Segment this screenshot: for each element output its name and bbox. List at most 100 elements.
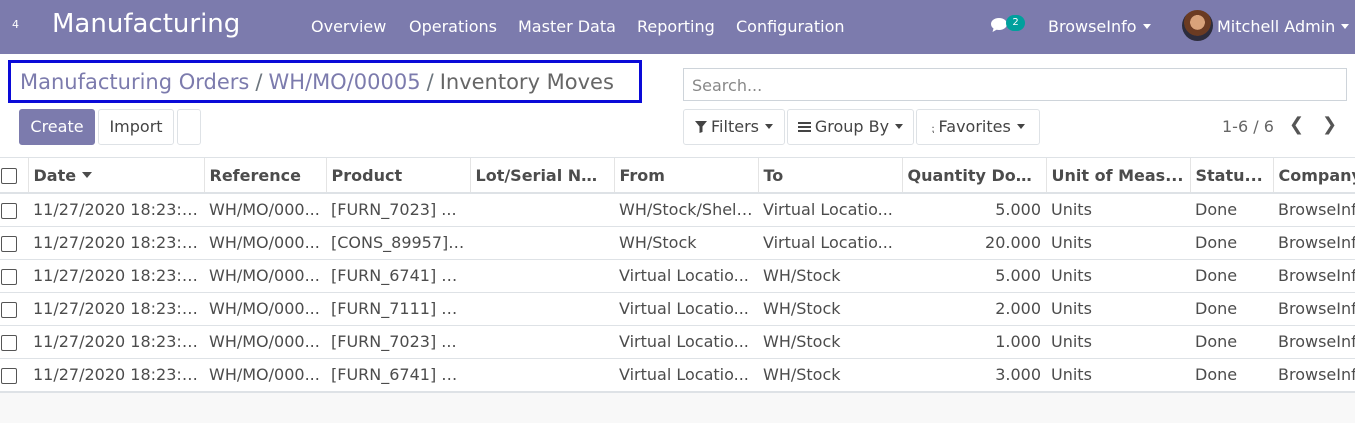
cell-lot-serial[interactable] — [470, 292, 614, 326]
cell-company[interactable]: BrowseInfo — [1273, 193, 1355, 227]
apps-menu-icon[interactable]: 4 — [12, 18, 19, 31]
table-row[interactable]: 11/27/2020 18:23:32 WH/MO/000... [FURN_674… — [0, 259, 1355, 293]
cell-product[interactable]: [FURN_6741] L... — [326, 358, 470, 392]
cell-from[interactable]: WH/Stock/Shelf 2 — [614, 193, 758, 227]
cell-from[interactable]: Virtual Locatio... — [614, 259, 758, 293]
row-checkbox-cell[interactable] — [0, 292, 28, 326]
cell-from[interactable]: Virtual Locatio... — [614, 358, 758, 392]
cell-lot-serial[interactable] — [470, 226, 614, 260]
row-checkbox-cell[interactable] — [0, 358, 28, 392]
row-checkbox[interactable] — [1, 268, 17, 285]
menu-master-data[interactable]: Master Data — [518, 17, 616, 36]
cell-product[interactable]: [FURN_6741] L... — [326, 259, 470, 293]
cell-unit-of-measure[interactable]: Units — [1046, 292, 1190, 326]
menu-operations[interactable]: Operations — [409, 17, 497, 36]
cell-company[interactable]: BrowseInfo — [1273, 325, 1355, 359]
column-header-to[interactable]: To — [758, 158, 903, 194]
table-row[interactable]: 11/27/2020 18:23:32 WH/MO/000... [CONS_899… — [0, 226, 1355, 260]
cell-from[interactable]: WH/Stock — [614, 226, 758, 260]
column-header-status[interactable]: Statu... — [1190, 158, 1274, 194]
cell-unit-of-measure[interactable]: Units — [1046, 358, 1190, 392]
menu-reporting[interactable]: Reporting — [637, 17, 715, 36]
app-title[interactable]: Manufacturing — [52, 9, 240, 39]
column-header-lot-serial[interactable]: Lot/Serial Nu... — [470, 158, 615, 194]
cell-reference[interactable]: WH/MO/000... — [204, 358, 326, 392]
cell-quantity-done[interactable]: 1.000 — [902, 325, 1046, 359]
row-checkbox-cell[interactable] — [0, 325, 28, 359]
cell-to[interactable]: Virtual Locatio... — [758, 226, 902, 260]
search-input[interactable] — [692, 76, 1338, 95]
cell-status[interactable]: Done — [1190, 358, 1273, 392]
cell-reference[interactable]: WH/MO/000... — [204, 226, 326, 260]
cell-quantity-done[interactable]: 2.000 — [902, 292, 1046, 326]
select-all-checkbox[interactable] — [1, 168, 17, 184]
cell-from[interactable]: Virtual Locatio... — [614, 325, 758, 359]
column-header-unit-of-measure[interactable]: Unit of Meas... — [1046, 158, 1191, 194]
cell-product[interactable]: [FURN_7111] Pl... — [326, 292, 470, 326]
cell-quantity-done[interactable]: 20.000 — [902, 226, 1046, 260]
pager-previous-icon[interactable]: ❮ — [1289, 114, 1304, 135]
column-header-product[interactable]: Product — [326, 158, 471, 194]
pager-value[interactable]: 1-6 / 6 — [1222, 117, 1274, 136]
column-header-date[interactable]: Date — [28, 158, 205, 194]
cell-company[interactable]: BrowseInfo — [1273, 259, 1355, 293]
cell-product[interactable]: [FURN_7023] ... — [326, 325, 470, 359]
column-header-reference[interactable]: Reference — [204, 158, 327, 194]
cell-product[interactable]: [FURN_7023] ... — [326, 193, 470, 227]
cell-to[interactable]: WH/Stock — [758, 292, 902, 326]
extra-action-button[interactable] — [177, 109, 201, 145]
cell-status[interactable]: Done — [1190, 325, 1273, 359]
row-checkbox[interactable] — [1, 235, 17, 252]
table-row[interactable]: 11/27/2020 18:23:32 WH/MO/000... [FURN_711… — [0, 292, 1355, 326]
cell-from[interactable]: Virtual Locatio... — [614, 292, 758, 326]
group-by-button[interactable]: Group By — [787, 109, 914, 145]
cell-reference[interactable]: WH/MO/000... — [204, 292, 326, 326]
row-checkbox-cell[interactable] — [0, 259, 28, 293]
cell-date[interactable]: 11/27/2020 18:23:32 — [28, 259, 204, 293]
cell-date[interactable]: 11/27/2020 18:23:32 — [28, 193, 204, 227]
row-checkbox[interactable] — [1, 334, 17, 351]
cell-quantity-done[interactable]: 3.000 — [902, 358, 1046, 392]
cell-status[interactable]: Done — [1190, 292, 1273, 326]
create-button[interactable]: Create — [19, 109, 95, 145]
cell-lot-serial[interactable] — [470, 193, 614, 227]
cell-lot-serial[interactable] — [470, 358, 614, 392]
menu-configuration[interactable]: Configuration — [736, 17, 845, 36]
cell-company[interactable]: BrowseInfo — [1273, 226, 1355, 260]
cell-unit-of-measure[interactable]: Units — [1046, 259, 1190, 293]
menu-overview[interactable]: Overview — [311, 17, 386, 36]
company-switcher[interactable]: BrowseInfo — [1048, 17, 1151, 36]
cell-date[interactable]: 11/27/2020 18:23:32 — [28, 325, 204, 359]
search-box[interactable] — [683, 68, 1347, 101]
row-checkbox[interactable] — [1, 367, 17, 384]
column-header-from[interactable]: From — [614, 158, 759, 194]
cell-company[interactable]: BrowseInfo — [1273, 292, 1355, 326]
table-row[interactable]: 11/27/2020 18:23:32 WH/MO/000... [FURN_702… — [0, 325, 1355, 359]
import-button[interactable]: Import — [98, 109, 174, 145]
select-all-checkbox-cell[interactable] — [0, 158, 29, 194]
row-checkbox[interactable] — [1, 202, 17, 219]
cell-date[interactable]: 11/27/2020 18:23:32 — [28, 226, 204, 260]
row-checkbox-cell[interactable] — [0, 226, 28, 260]
table-row[interactable]: 11/27/2020 18:23:32 WH/MO/000... [FURN_702… — [0, 193, 1355, 227]
cell-lot-serial[interactable] — [470, 259, 614, 293]
cell-quantity-done[interactable]: 5.000 — [902, 193, 1046, 227]
cell-reference[interactable]: WH/MO/000... — [204, 259, 326, 293]
cell-status[interactable]: Done — [1190, 226, 1273, 260]
cell-reference[interactable]: WH/MO/000... — [204, 325, 326, 359]
cell-status[interactable]: Done — [1190, 193, 1273, 227]
cell-unit-of-measure[interactable]: Units — [1046, 325, 1190, 359]
cell-unit-of-measure[interactable]: Units — [1046, 193, 1190, 227]
filters-button[interactable]: Filters — [683, 109, 785, 145]
pager-next-icon[interactable]: ❯ — [1322, 114, 1337, 135]
row-checkbox[interactable] — [1, 301, 17, 318]
column-header-quantity-done[interactable]: Quantity Don... — [902, 158, 1047, 194]
cell-company[interactable]: BrowseInfo — [1273, 358, 1355, 392]
table-row[interactable]: 11/27/2020 18:23:32 WH/MO/000... [FURN_674… — [0, 358, 1355, 392]
breadcrumb-mo-record[interactable]: WH/MO/00005 — [268, 70, 420, 94]
cell-lot-serial[interactable] — [470, 325, 614, 359]
column-header-company[interactable]: Company — [1273, 158, 1355, 194]
cell-to[interactable]: WH/Stock — [758, 325, 902, 359]
user-menu[interactable]: Mitchell Admin — [1217, 17, 1350, 36]
cell-date[interactable]: 11/27/2020 18:23:32 — [28, 358, 204, 392]
